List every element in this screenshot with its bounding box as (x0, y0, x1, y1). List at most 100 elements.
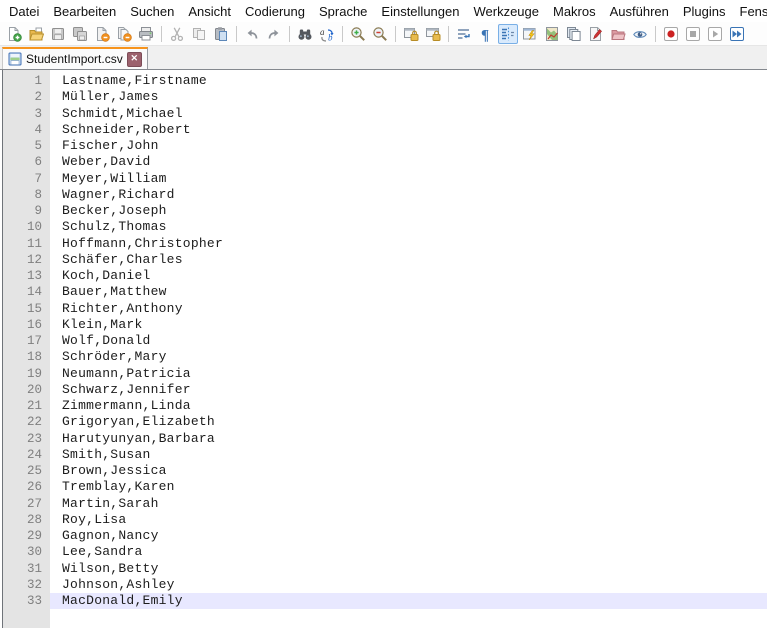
find-button[interactable] (295, 24, 315, 44)
menu-suchen[interactable]: Suchen (123, 1, 181, 22)
folder-as-workspace-button[interactable] (608, 24, 628, 44)
new-file-button[interactable] (4, 24, 24, 44)
paste-button[interactable] (211, 24, 231, 44)
line-number: 9 (3, 203, 42, 219)
print-icon (138, 26, 154, 42)
code-line: Grigoryan,Elizabeth (50, 414, 767, 430)
line-number: 14 (3, 284, 42, 300)
menu-datei[interactable]: Datei (2, 1, 46, 22)
close-all-button[interactable] (114, 24, 134, 44)
tab-bar: StudentImport.csv ✕ (0, 46, 767, 70)
line-number: 29 (3, 528, 42, 544)
save-icon (50, 26, 66, 42)
zoom-out-icon (372, 26, 388, 42)
menu-plugins[interactable]: Plugins (676, 1, 733, 22)
replace-icon: ab (319, 26, 335, 42)
code-line: Smith,Susan (50, 447, 767, 463)
code-line: Meyer,William (50, 171, 767, 187)
show-all-characters-icon: ¶ (478, 26, 494, 42)
macro-run-multiple-button[interactable] (727, 24, 747, 44)
monitoring-button[interactable] (630, 24, 650, 44)
menu-ansicht[interactable]: Ansicht (181, 1, 238, 22)
line-number: 20 (3, 382, 42, 398)
line-number: 15 (3, 301, 42, 317)
toolbar-separator (161, 26, 162, 42)
show-all-characters-button[interactable]: ¶ (476, 24, 496, 44)
menu-werkzeuge[interactable]: Werkzeuge (466, 1, 546, 22)
code-line: Becker,Joseph (50, 203, 767, 219)
macro-play-button[interactable] (705, 24, 725, 44)
line-number-gutter: 1234567891011121314151617181920212223242… (3, 70, 50, 628)
zoom-in-button[interactable] (348, 24, 368, 44)
sync-vertical-scroll-icon (403, 26, 419, 42)
close-button[interactable] (92, 24, 112, 44)
document-map-button[interactable] (542, 24, 562, 44)
menu-ausf-hren[interactable]: Ausführen (603, 1, 676, 22)
save-button[interactable] (48, 24, 68, 44)
saved-file-icon (8, 52, 22, 66)
code-line: Zimmermann,Linda (50, 398, 767, 414)
word-wrap-icon (456, 26, 472, 42)
line-number: 17 (3, 333, 42, 349)
close-icon (94, 26, 110, 42)
line-number: 2 (3, 89, 42, 105)
line-number: 5 (3, 138, 42, 154)
tab-close-icon[interactable]: ✕ (127, 52, 142, 67)
line-number: 7 (3, 171, 42, 187)
line-number: 18 (3, 349, 42, 365)
menu-einstellungen[interactable]: Einstellungen (374, 1, 466, 22)
line-number: 6 (3, 154, 42, 170)
document-list-icon (566, 26, 582, 42)
new-file-icon (6, 26, 22, 42)
print-button[interactable] (136, 24, 156, 44)
function-list-button[interactable] (520, 24, 540, 44)
line-number: 22 (3, 414, 42, 430)
tab-studentimport-csv[interactable]: StudentImport.csv ✕ (2, 47, 148, 69)
macro-stop-button[interactable] (683, 24, 703, 44)
toolbar-separator (395, 26, 396, 42)
code-line: Lee,Sandra (50, 544, 767, 560)
code-line: Lastname,Firstname (50, 73, 767, 89)
folder-as-workspace-icon (610, 26, 626, 42)
sync-horizontal-scroll-button[interactable] (423, 24, 443, 44)
save-all-button[interactable] (70, 24, 90, 44)
text-area[interactable]: Lastname,FirstnameMüller,JamesSchmidt,Mi… (50, 70, 767, 628)
macro-record-button[interactable] (661, 24, 681, 44)
monitoring-eye-icon (632, 26, 648, 42)
redo-button[interactable] (264, 24, 284, 44)
menu-makros[interactable]: Makros (546, 1, 603, 22)
document-pen-button[interactable] (586, 24, 606, 44)
code-line: Tremblay,Karen (50, 479, 767, 495)
open-file-icon (28, 26, 44, 42)
sync-horizontal-scroll-icon (425, 26, 441, 42)
toolbar-separator (289, 26, 290, 42)
copy-button[interactable] (189, 24, 209, 44)
code-line: Müller,James (50, 89, 767, 105)
document-map-icon (544, 26, 560, 42)
code-line: Martin,Sarah (50, 496, 767, 512)
menu-sprache[interactable]: Sprache (312, 1, 374, 22)
paste-icon (213, 26, 229, 42)
editor: 1234567891011121314151617181920212223242… (2, 70, 767, 628)
document-list-button[interactable] (564, 24, 584, 44)
menu-fenster[interactable]: Fenster (733, 1, 767, 22)
word-wrap-button[interactable] (454, 24, 474, 44)
zoom-out-button[interactable] (370, 24, 390, 44)
code-line: Wolf,Donald (50, 333, 767, 349)
macro-run-multiple-icon (729, 26, 745, 42)
menu-codierung[interactable]: Codierung (238, 1, 312, 22)
line-number: 32 (3, 577, 42, 593)
toolbar-separator (655, 26, 656, 42)
line-number: 10 (3, 219, 42, 235)
sync-vertical-scroll-button[interactable] (401, 24, 421, 44)
code-line: Gagnon,Nancy (50, 528, 767, 544)
code-line: Richter,Anthony (50, 301, 767, 317)
open-file-button[interactable] (26, 24, 46, 44)
show-indent-guide-button[interactable] (498, 24, 518, 44)
code-line: Schulz,Thomas (50, 219, 767, 235)
cut-button[interactable] (167, 24, 187, 44)
replace-button[interactable]: ab (317, 24, 337, 44)
code-line: Klein,Mark (50, 317, 767, 333)
undo-button[interactable] (242, 24, 262, 44)
menu-bearbeiten[interactable]: Bearbeiten (46, 1, 123, 22)
